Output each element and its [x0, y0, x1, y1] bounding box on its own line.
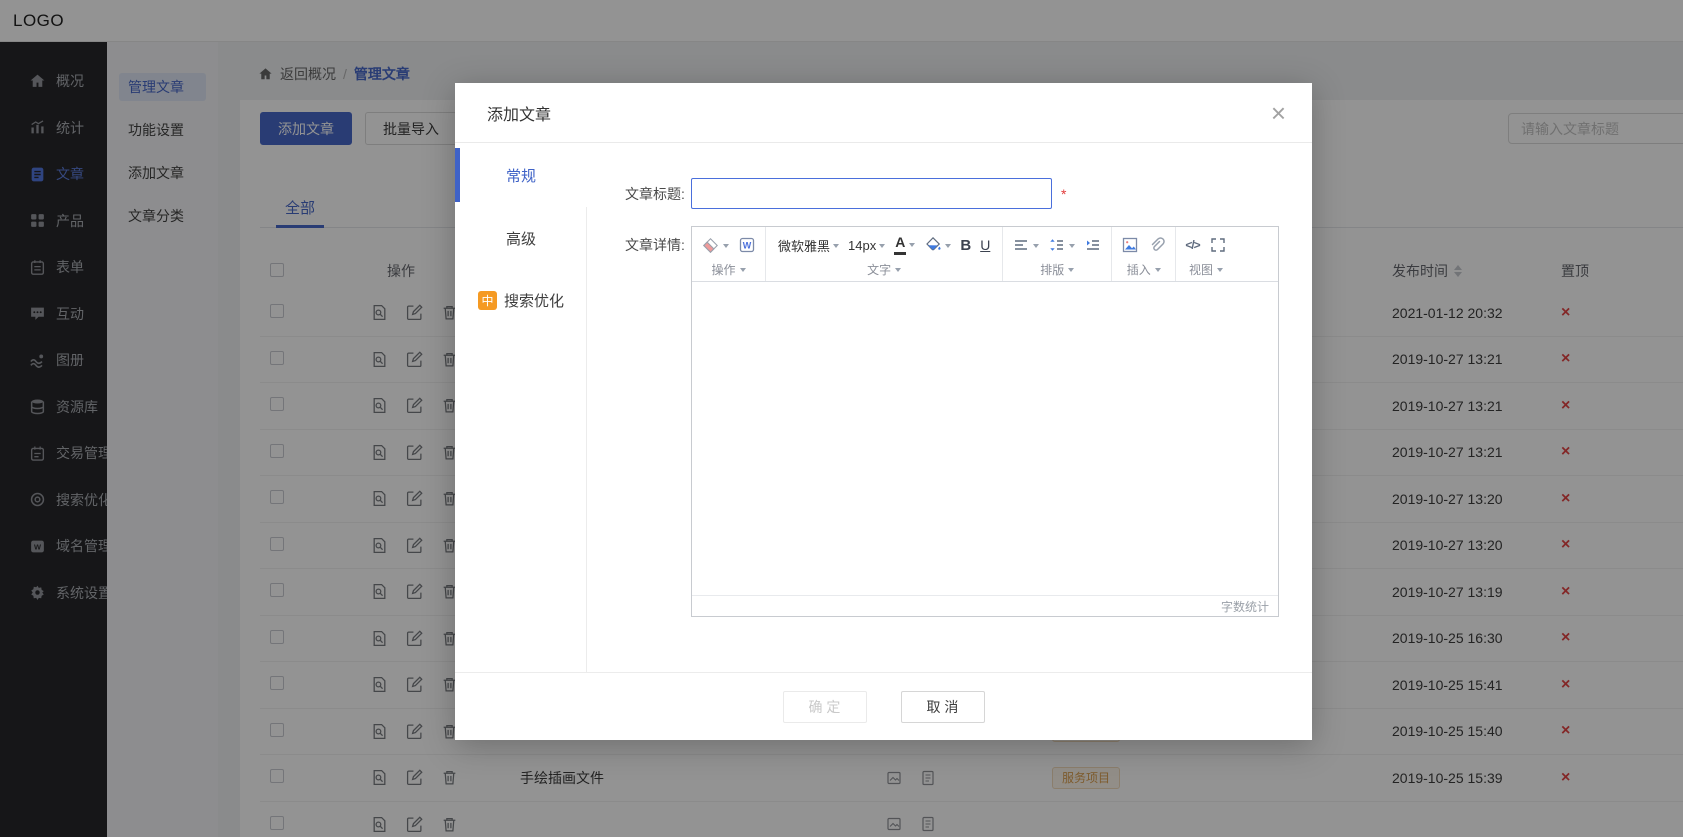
insert-link-icon[interactable]	[1148, 236, 1166, 254]
toolbar-group-layout: 排版	[1003, 227, 1112, 281]
modal-tab-strip: 常规 高级 中 搜索优化	[455, 143, 587, 672]
font-color-button[interactable]: A	[894, 235, 915, 254]
add-article-modal: 添加文章 × 常规 高级 中 搜索优化 文章标题: * 文章详情:	[455, 83, 1312, 740]
background-color-button[interactable]	[924, 236, 951, 254]
seo-badge-icon: 中	[478, 291, 497, 310]
chevron-down-icon	[723, 244, 729, 251]
article-title-input[interactable]	[691, 178, 1052, 209]
modal-header: 添加文章 ×	[455, 83, 1312, 143]
modal-form: 文章标题: * 文章详情:	[587, 143, 1312, 672]
text-menu[interactable]: 文字	[778, 260, 990, 278]
modal-tab-advanced[interactable]: 高级	[455, 207, 587, 269]
editor-content-area[interactable]	[692, 282, 1278, 595]
font-family-select[interactable]: 微软雅黑	[778, 236, 839, 255]
insert-menu[interactable]: 插入	[1121, 260, 1166, 278]
fullscreen-icon[interactable]	[1209, 236, 1227, 254]
editor-status-bar: 字数统计	[692, 595, 1278, 616]
insert-image-icon[interactable]	[1121, 236, 1139, 254]
cancel-button[interactable]: 取 消	[901, 691, 985, 723]
modal-footer: 确 定 取 消	[455, 672, 1312, 740]
paste-word-icon[interactable]: W	[738, 236, 756, 254]
modal-title: 添加文章	[487, 101, 551, 125]
chevron-down-icon	[1069, 244, 1075, 251]
bold-button[interactable]: B	[960, 237, 971, 254]
chevron-down-icon	[895, 268, 901, 275]
toolbar-group-text: 微软雅黑 14px A B U 文字	[766, 227, 1003, 281]
source-code-icon[interactable]: </>	[1185, 238, 1199, 252]
required-asterisk: *	[1061, 186, 1066, 202]
line-height-button[interactable]	[1048, 236, 1075, 254]
indent-button[interactable]	[1084, 236, 1102, 254]
toolbar-group-view: </> 视图	[1176, 227, 1235, 281]
modal-tab-seo[interactable]: 中 搜索优化	[455, 269, 587, 331]
editor-toolbar: W 操作 微软雅黑 14px A	[692, 227, 1278, 282]
chevron-down-icon	[909, 243, 915, 250]
modal-body: 常规 高级 中 搜索优化 文章标题: * 文章详情:	[455, 143, 1312, 672]
svg-text:W: W	[743, 241, 752, 251]
chevron-down-icon	[833, 244, 839, 251]
toolbar-group-insert: 插入	[1112, 227, 1176, 281]
chevron-down-icon	[1068, 268, 1074, 275]
underline-button[interactable]: U	[980, 237, 990, 253]
view-menu[interactable]: 视图	[1185, 260, 1226, 278]
font-size-select[interactable]: 14px	[848, 238, 885, 253]
rich-text-editor: W 操作 微软雅黑 14px A	[691, 226, 1279, 617]
align-button[interactable]	[1012, 236, 1039, 254]
close-icon[interactable]: ×	[1271, 100, 1286, 126]
chevron-down-icon	[740, 268, 746, 275]
toolbar-group-operations: W 操作	[692, 227, 766, 281]
article-title-label: 文章标题:	[625, 184, 691, 204]
chevron-down-icon	[1217, 268, 1223, 275]
chevron-down-icon	[1155, 268, 1161, 275]
operations-menu[interactable]: 操作	[701, 260, 756, 278]
confirm-button[interactable]: 确 定	[783, 691, 867, 723]
article-detail-label: 文章详情:	[625, 226, 691, 255]
modal-tab-general[interactable]: 常规	[455, 143, 587, 207]
chevron-down-icon	[879, 244, 885, 251]
eraser-icon[interactable]	[701, 236, 729, 255]
chevron-down-icon	[945, 244, 951, 251]
chevron-down-icon	[1033, 244, 1039, 251]
layout-menu[interactable]: 排版	[1012, 260, 1102, 278]
word-count-label[interactable]: 字数统计	[1221, 598, 1269, 615]
